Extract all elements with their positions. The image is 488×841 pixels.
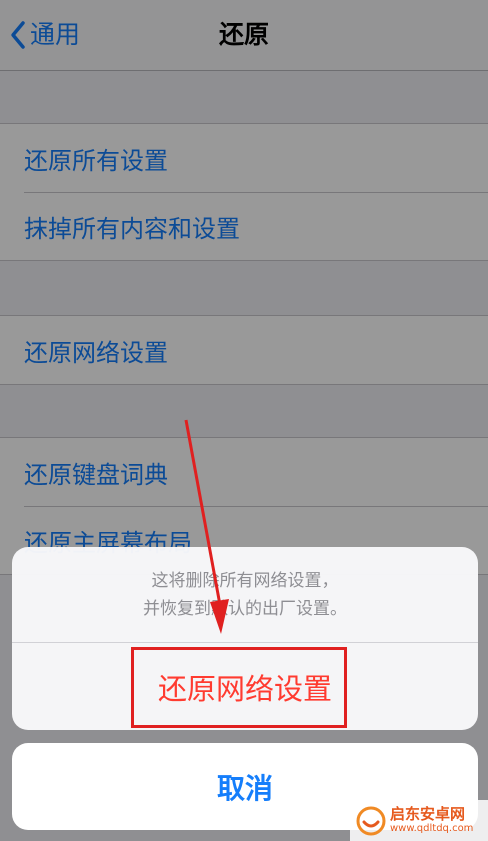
- site-watermark: 启东安卓网 www.qdltdq.com: [350, 800, 488, 841]
- watermark-url: www.qdltdq.com: [390, 823, 474, 834]
- reset-network-confirm-button[interactable]: 还原网络设置: [12, 643, 478, 730]
- message-line-2: 并恢复到默认的出厂设置。: [143, 598, 347, 619]
- settings-reset-screen: 通用 还原 还原所有设置 抹掉所有内容和设置 还原网络设置 还原键盘词典 还原主…: [0, 0, 488, 841]
- watermark-logo-icon: [356, 806, 386, 835]
- action-sheet-message: 这将删除所有网络设置， 并恢复到默认的出厂设置。: [12, 547, 478, 643]
- action-sheet: 这将删除所有网络设置， 并恢复到默认的出厂设置。 还原网络设置: [12, 547, 478, 730]
- watermark-name: 启东安卓网: [390, 805, 466, 823]
- message-line-1: 这将删除所有网络设置，: [151, 570, 339, 591]
